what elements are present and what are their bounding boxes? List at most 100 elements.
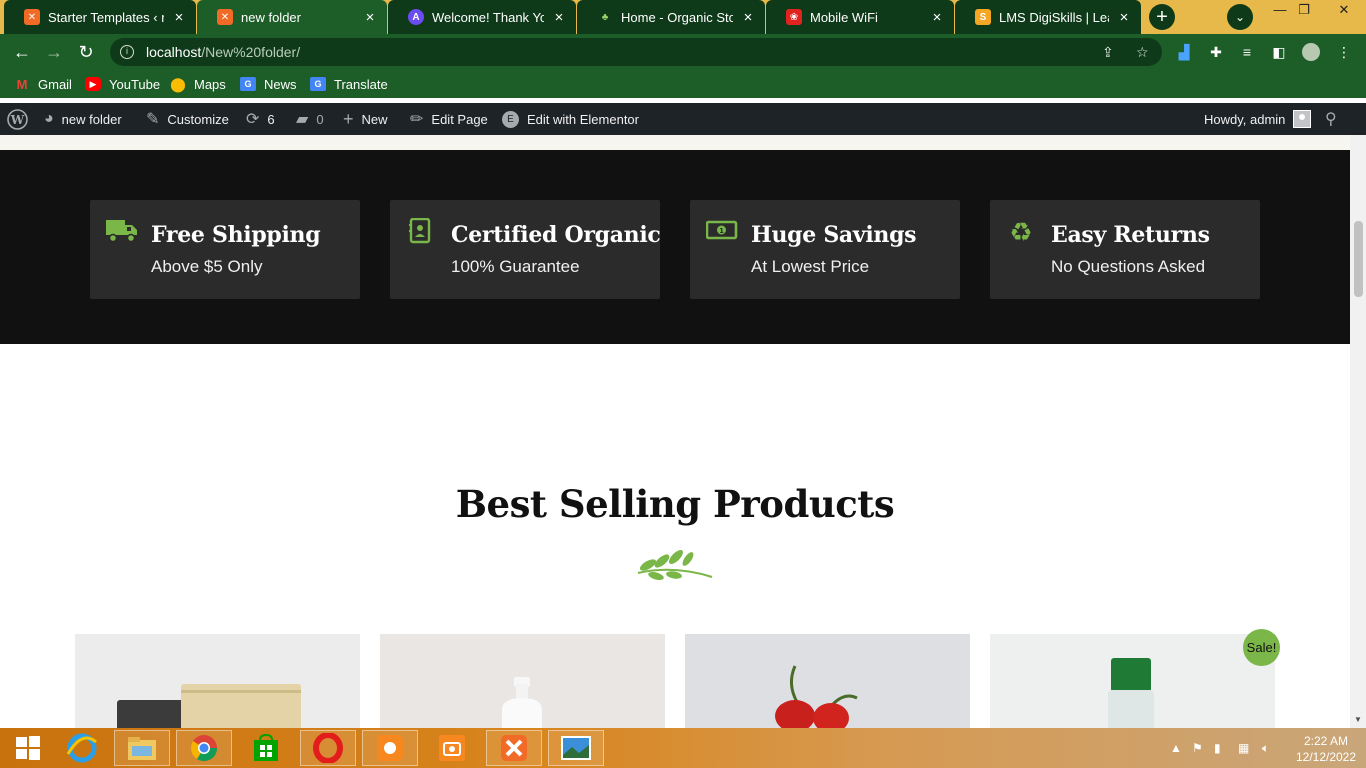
plus-icon: + — [343, 108, 354, 129]
admin-customize[interactable]: ✎ Customize — [146, 103, 229, 135]
admin-account[interactable]: Howdy, admin — [1204, 103, 1312, 135]
share-icon[interactable]: ⇪ — [1102, 44, 1114, 61]
product-card[interactable] — [990, 634, 1275, 728]
maps-icon: ⬤ — [170, 75, 186, 92]
feature-free-shipping: Free Shipping Above $5 Only — [90, 200, 360, 299]
feature-subtitle: 100% Guarantee — [451, 257, 580, 276]
product-image — [502, 677, 542, 728]
power-icon[interactable]: ▮ — [1214, 728, 1221, 768]
admin-comments[interactable]: ▰ 0 — [296, 103, 324, 135]
close-tab-icon[interactable]: × — [928, 9, 946, 26]
photos-icon[interactable] — [548, 730, 604, 766]
side-panel-icon[interactable]: ◧ — [1270, 43, 1288, 61]
close-tab-icon[interactable]: × — [361, 9, 379, 26]
bookmark-translate[interactable]: G Translate — [310, 76, 388, 92]
product-card[interactable] — [75, 634, 360, 728]
tab-mobile-wifi[interactable]: ❀ Mobile WiFi × — [766, 0, 954, 34]
scroll-down-arrow[interactable]: ▼ — [1354, 715, 1362, 724]
tab-welcome[interactable]: A Welcome! Thank You fo × — [388, 0, 576, 34]
store-icon[interactable] — [238, 730, 294, 766]
clock-time: 2:22 AM — [1303, 734, 1349, 748]
close-tab-icon[interactable]: × — [550, 9, 568, 26]
close-window-button[interactable]: ✕ — [1322, 0, 1366, 22]
maximize-button[interactable]: ❐ — [1284, 0, 1324, 22]
bookmark-news[interactable]: G News — [240, 76, 297, 92]
product-card[interactable] — [380, 634, 665, 728]
astra-icon: A — [408, 9, 424, 25]
system-clock[interactable]: 2:22 AM 12/12/2022 — [1288, 733, 1364, 765]
tab-new-folder[interactable]: ✕ new folder × — [197, 0, 387, 34]
feature-title: Certified Organic — [451, 222, 661, 248]
start-button[interactable] — [0, 730, 56, 766]
windows-logo-icon — [16, 736, 40, 760]
chrome-icon[interactable] — [176, 730, 232, 766]
new-tab-button[interactable]: + — [1149, 4, 1175, 30]
admin-edit-elementor[interactable]: E Edit with Elementor — [502, 103, 639, 135]
browser-menu-icon[interactable]: ⋮ — [1335, 43, 1353, 61]
back-button[interactable]: ← — [10, 40, 34, 64]
show-hidden-icons[interactable]: ▲ — [1170, 728, 1182, 768]
reload-button[interactable]: ↻ — [74, 40, 98, 64]
feature-easy-returns: ♻ Easy Returns No Questions Asked — [990, 200, 1260, 299]
tab-starter-templates[interactable]: ✕ Starter Templates ‹ new × — [4, 0, 196, 34]
huawei-icon: ❀ — [786, 9, 802, 25]
scrollbar-thumb[interactable] — [1354, 221, 1363, 297]
extensions-puzzle-icon[interactable]: ✚ — [1207, 43, 1225, 61]
address-bar[interactable]: i localhost/New%20folder/ ⇪ ☆ — [110, 38, 1162, 66]
xampp-icon[interactable] — [486, 730, 542, 766]
tab-organic-store[interactable]: ♣ Home - Organic Store × — [577, 0, 765, 34]
sale-badge: Sale! — [1243, 629, 1280, 666]
avatar — [1293, 110, 1312, 128]
search-icon[interactable]: ⚲ — [1325, 103, 1337, 135]
product-image — [1108, 658, 1154, 728]
features-band: Free Shipping Above $5 Only Certified Or… — [0, 150, 1350, 344]
close-tab-icon[interactable]: × — [739, 9, 757, 26]
network-icon[interactable]: ▦ — [1238, 728, 1249, 768]
screen-recorder-icon[interactable] — [362, 730, 418, 766]
feature-title: Easy Returns — [1051, 222, 1210, 248]
elementor-icon: E — [502, 110, 519, 128]
svg-text:1: 1 — [719, 227, 724, 235]
leaf-divider-icon — [637, 550, 713, 580]
browser-tab-strip: ✕ Starter Templates ‹ new × ✕ new folder… — [0, 0, 1366, 34]
extension-chart-icon[interactable]: ▟ — [1175, 43, 1193, 61]
reading-list-icon[interactable]: ≡ — [1238, 43, 1256, 61]
comment-icon: ▰ — [296, 111, 309, 128]
bookmark-gmail[interactable]: M Gmail — [14, 76, 72, 92]
bookmarks-bar: M Gmail ▶ YouTube ⬤ Maps G News G Transl… — [0, 70, 1366, 98]
xampp-icon: ✕ — [217, 9, 233, 25]
product-card[interactable] — [685, 634, 970, 728]
svg-text:♻: ♻ — [1009, 218, 1032, 244]
volume-icon[interactable]: 🔈︎ — [1262, 728, 1269, 768]
digiskills-icon: S — [975, 9, 991, 25]
close-tab-icon[interactable]: × — [1115, 9, 1133, 26]
feature-certified-organic: Certified Organic 100% Guarantee — [390, 200, 661, 299]
feature-huge-savings: 1 Huge Savings At Lowest Price — [690, 200, 960, 299]
opera-icon[interactable] — [300, 730, 356, 766]
profile-avatar[interactable] — [1302, 43, 1320, 61]
money-icon: 1 — [706, 220, 738, 240]
certificate-icon — [409, 218, 431, 244]
xampp-icon: ✕ — [24, 9, 40, 25]
site-info-icon[interactable]: i — [120, 45, 134, 59]
admin-updates[interactable]: ⟳ 6 — [246, 103, 275, 135]
admin-site-name[interactable]: ◕ new folder — [44, 103, 122, 135]
internet-explorer-icon[interactable] — [54, 730, 110, 766]
admin-edit-page[interactable]: ✏ Edit Page — [410, 103, 488, 135]
bookmark-maps[interactable]: ⬤ Maps — [170, 76, 226, 92]
camera-app-icon[interactable] — [424, 730, 480, 766]
pencil-icon: ✏ — [410, 111, 424, 128]
page-scrollbar[interactable]: ▼ — [1350, 135, 1366, 728]
bookmark-youtube[interactable]: ▶ YouTube — [85, 76, 160, 92]
tab-lms-digiskills[interactable]: S LMS DigiSkills | Learnin × — [955, 0, 1141, 34]
top-strip — [0, 135, 1350, 150]
bookmark-star-icon[interactable]: ☆ — [1136, 44, 1149, 61]
tab-search-button[interactable]: ⌄ — [1227, 4, 1253, 30]
close-tab-icon[interactable]: × — [170, 9, 188, 26]
admin-new[interactable]: + New — [343, 103, 388, 135]
forward-button[interactable]: → — [42, 40, 66, 64]
feature-subtitle: No Questions Asked — [1051, 257, 1206, 276]
wordpress-logo-icon[interactable]: W — [7, 103, 28, 135]
file-explorer-icon[interactable] — [114, 730, 170, 766]
action-center-flag-icon[interactable]: ⚑ — [1192, 728, 1203, 768]
